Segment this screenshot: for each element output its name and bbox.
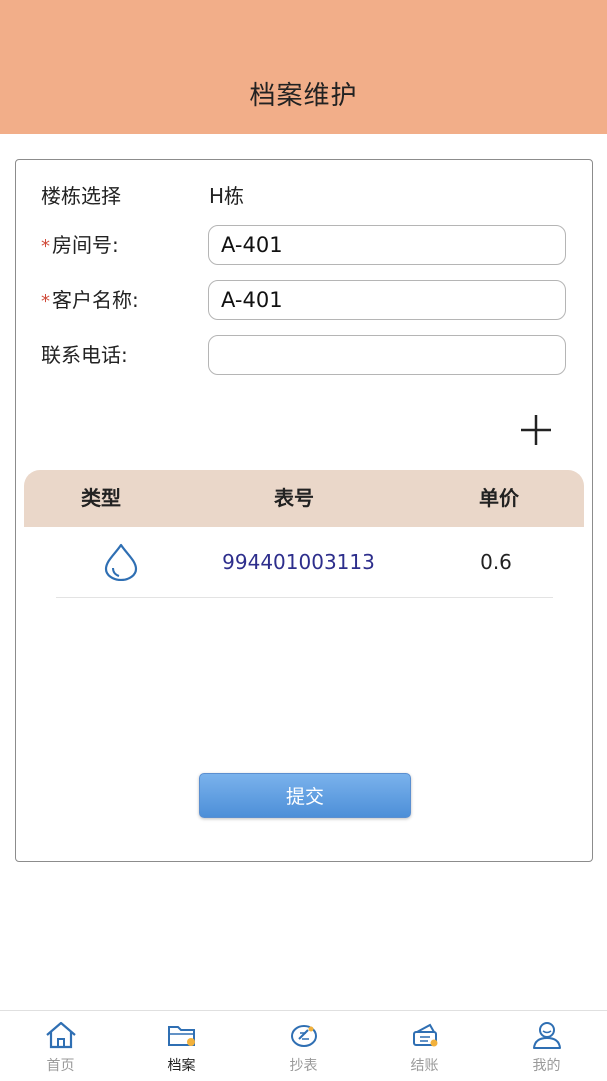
column-header-meter: 表号 (274, 486, 314, 510)
water-drop-icon (104, 543, 138, 582)
meter-number: 994401003113 (222, 550, 375, 574)
room-label-text: 房间号: (52, 233, 119, 257)
customer-label: * 客户名称: (41, 280, 139, 320)
money-icon (413, 1023, 438, 1047)
building-label: 楼栋选择 (41, 184, 121, 208)
tab-archive[interactable]: 档案 (121, 1011, 242, 1081)
submit-button[interactable]: 提交 (199, 773, 411, 818)
user-icon (533, 1022, 561, 1049)
required-mark: * (41, 291, 50, 312)
customer-label-text: 客户名称: (52, 288, 139, 312)
header-bar: 档案维护 (0, 0, 607, 134)
row-type-cell (76, 528, 166, 596)
table-row[interactable]: 994401003113 0.6 (56, 528, 553, 598)
building-value[interactable]: H栋 (209, 176, 244, 216)
page-title: 档案维护 (249, 81, 358, 111)
required-mark: * (41, 236, 50, 257)
meter-reading-icon (291, 1025, 317, 1047)
customer-name-input[interactable] (208, 280, 566, 320)
tab-mine[interactable]: 我的 (486, 1011, 607, 1081)
home-icon (46, 1021, 76, 1049)
folder-icon (168, 1026, 195, 1046)
tab-mine-label: 我的 (532, 1058, 561, 1074)
meter-table-header: 类型 表号 单价 (24, 470, 584, 527)
column-header-type: 类型 (81, 486, 121, 510)
room-label: * 房间号: (41, 225, 119, 265)
tab-archive-label: 档案 (167, 1058, 196, 1074)
bottom-tab-bar: 首页 档案 抄表 结账 我的 (0, 1010, 607, 1080)
tab-billing[interactable]: 结账 (364, 1011, 485, 1081)
tab-home[interactable]: 首页 (0, 1011, 121, 1081)
tab-reading-label: 抄表 (289, 1058, 318, 1074)
unit-price: 0.6 (480, 550, 512, 574)
archive-form-card: 楼栋选择 H栋 *房间号: *客户名称: 联系电话: 类型 表号 单价 9944… (15, 159, 593, 862)
tab-billing-label: 结账 (410, 1058, 439, 1074)
room-number-input[interactable] (208, 225, 566, 265)
add-meter-button[interactable] (516, 410, 556, 450)
tab-reading[interactable]: 抄表 (243, 1011, 364, 1081)
phone-input[interactable] (208, 335, 566, 375)
column-header-price: 单价 (479, 486, 519, 510)
phone-label: 联系电话: (41, 343, 128, 367)
tab-home-label: 首页 (46, 1058, 75, 1074)
